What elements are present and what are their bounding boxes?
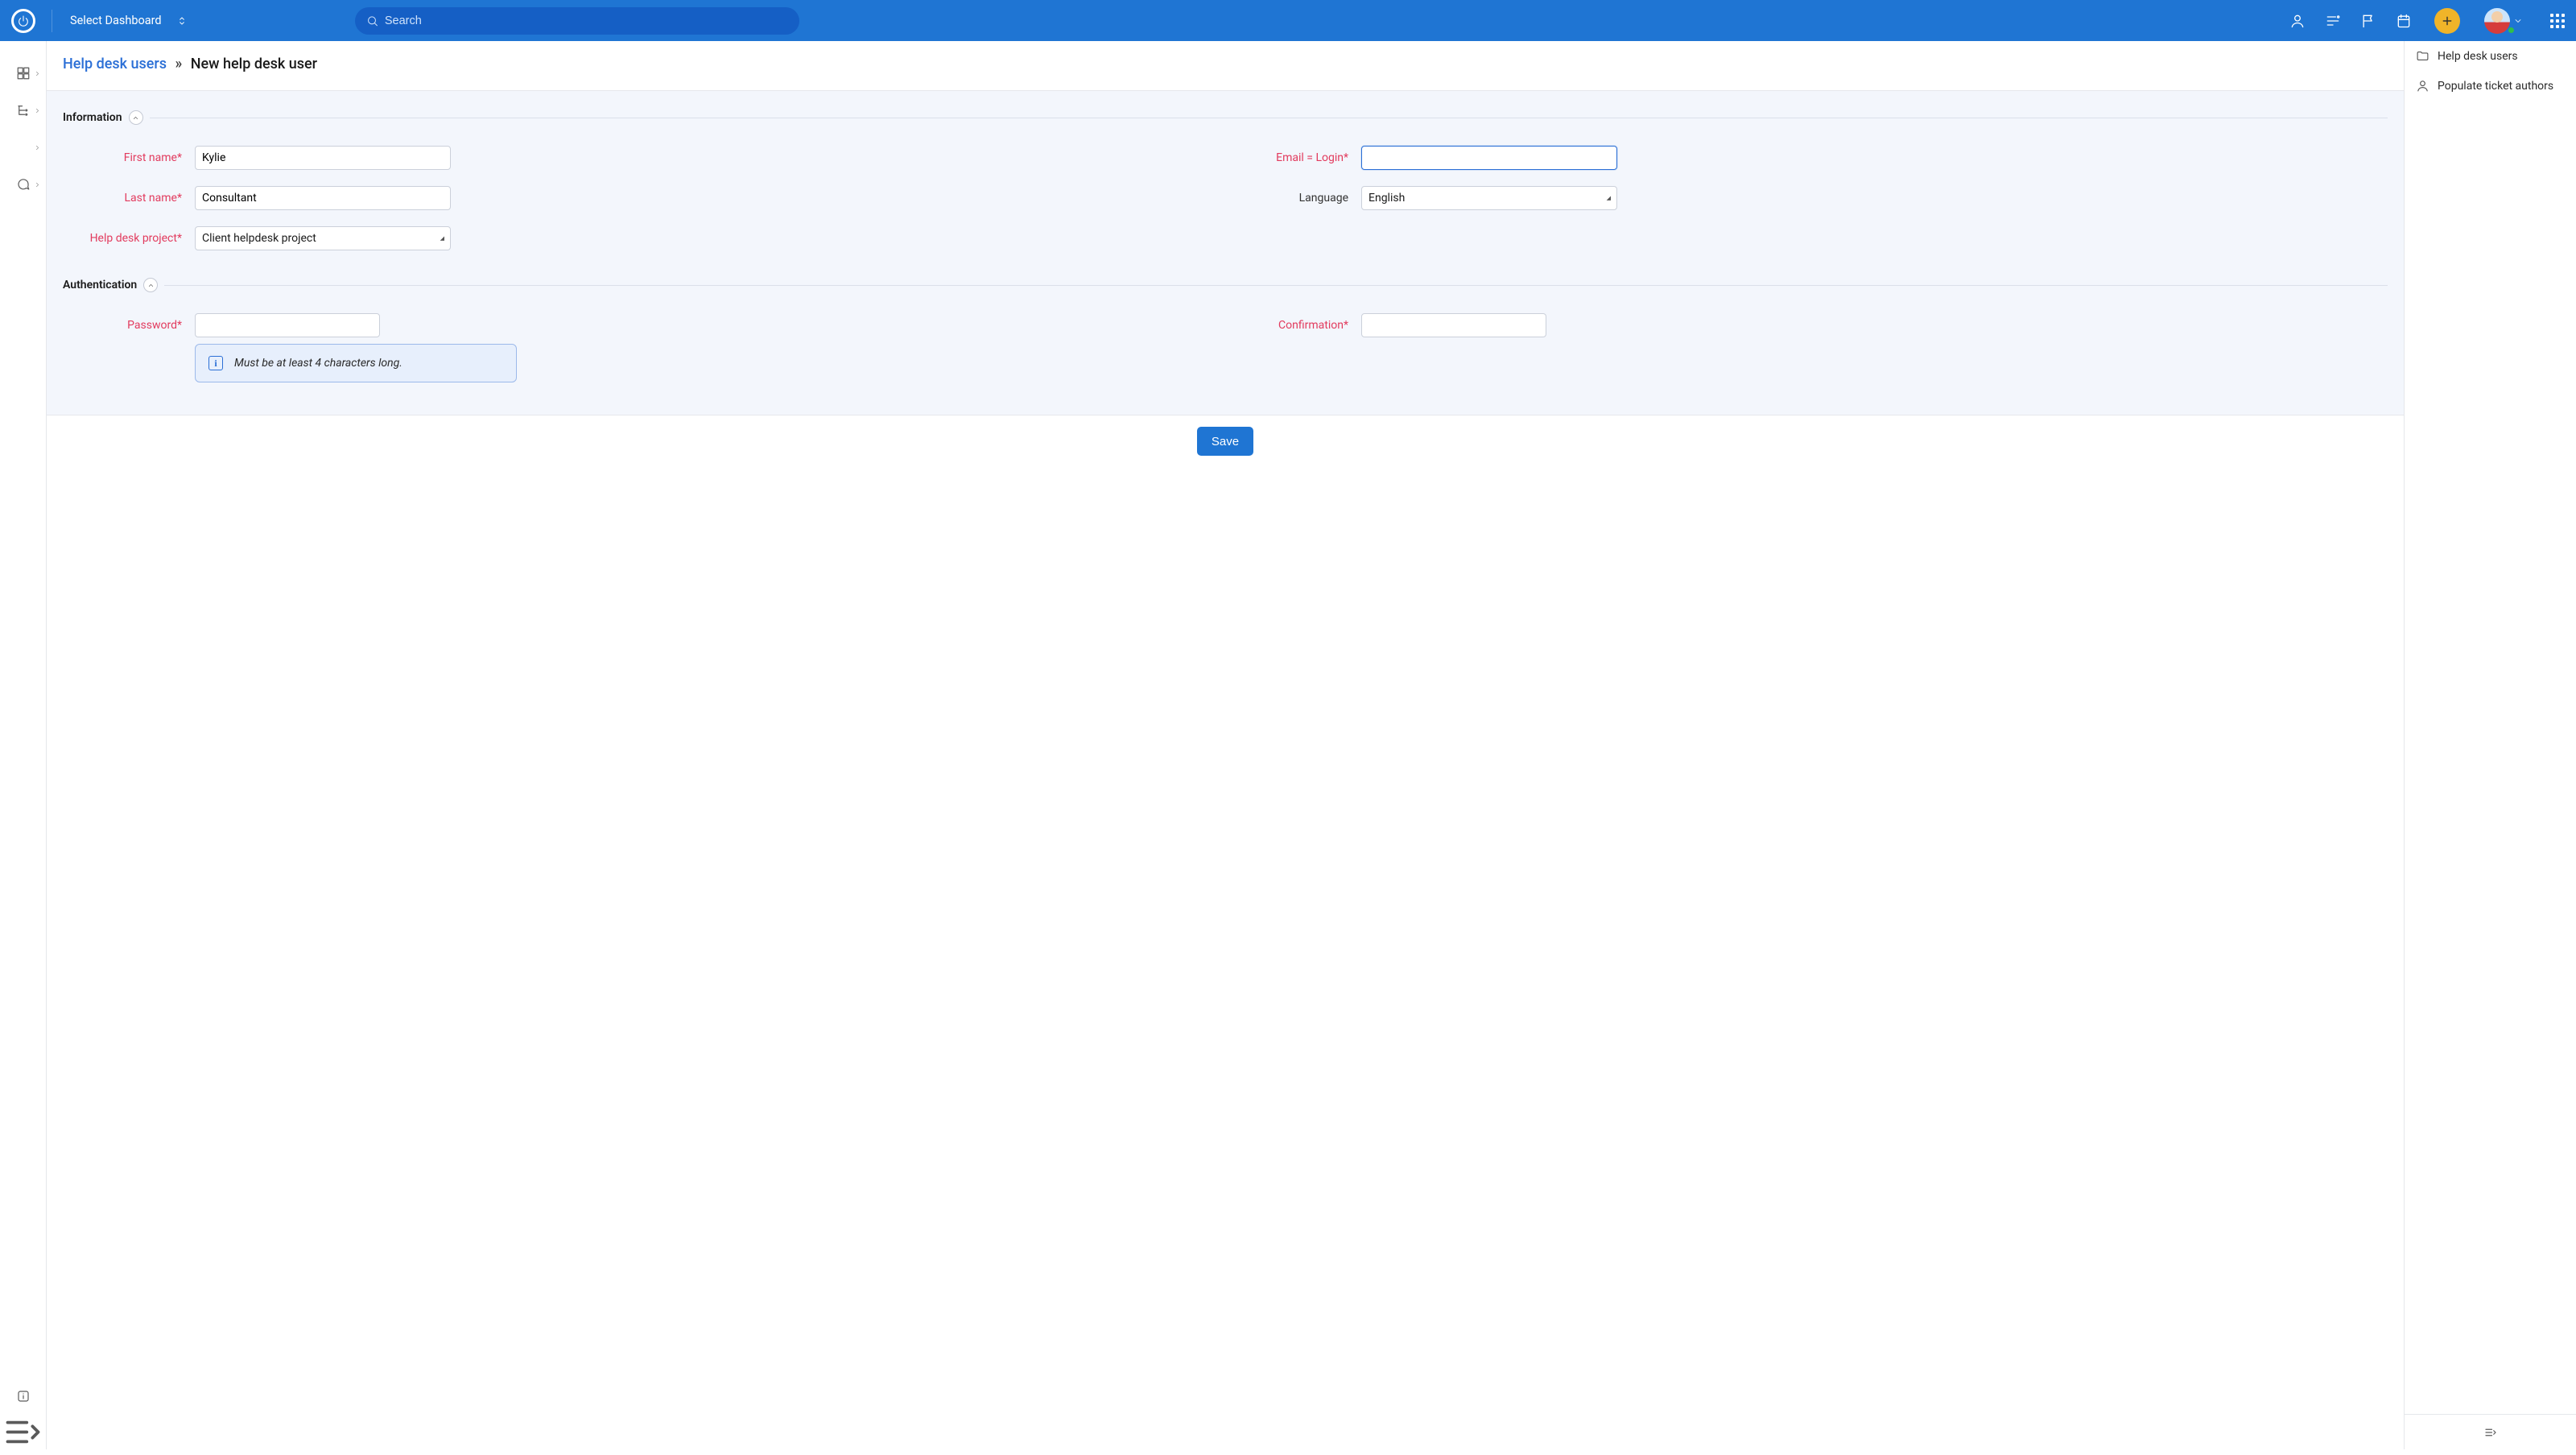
left-sidebar — [0, 41, 47, 1449]
sidebar-expand-button[interactable] — [0, 1414, 46, 1449]
label-confirmation: Confirmation* — [1229, 319, 1361, 332]
select-language[interactable]: English ◢ — [1361, 186, 1617, 210]
password-hint: i Must be at least 4 characters long. — [195, 344, 517, 382]
select-dashboard-label: Select Dashboard — [70, 14, 162, 27]
input-confirmation[interactable] — [1361, 313, 1546, 337]
right-item-helpdesk-users[interactable]: Help desk users — [2405, 41, 2576, 71]
information-grid: First name* Last name* Help desk project… — [63, 146, 2388, 267]
right-item-label: Populate ticket authors — [2438, 80, 2553, 93]
select-helpdesk-project[interactable]: Client helpdesk project ◢ — [195, 226, 451, 250]
label-email-login: Email = Login* — [1229, 151, 1361, 164]
search-icon — [366, 14, 378, 27]
folder-icon — [2416, 49, 2429, 63]
dropdown-arrow-icon: ◢ — [1607, 195, 1610, 201]
info-icon: i — [208, 356, 223, 370]
main-content: Help desk users » New help desk user Inf… — [47, 41, 2404, 1449]
breadcrumb-current: New help desk user — [191, 56, 317, 72]
section-divider — [164, 285, 2388, 286]
save-row: Save — [47, 415, 2404, 467]
select-helpdesk-project-value: Client helpdesk project — [202, 232, 316, 245]
chevron-right-icon — [34, 144, 41, 151]
section-title: Information — [63, 111, 122, 124]
authentication-grid: Password* i Must be at least 4 character… — [63, 313, 2388, 382]
user-menu[interactable] — [2484, 8, 2523, 34]
breadcrumb-parent-link[interactable]: Help desk users — [63, 56, 167, 72]
avatar — [2484, 8, 2510, 34]
search-input[interactable] — [385, 14, 788, 27]
label-last-name: Last name* — [63, 192, 195, 205]
header-actions — [2289, 8, 2565, 34]
body-layout: Help desk users » New help desk user Inf… — [0, 41, 2576, 1449]
label-first-name: First name* — [63, 151, 195, 164]
flag-icon[interactable] — [2360, 13, 2376, 29]
input-last-name[interactable] — [195, 186, 451, 210]
label-password: Password* — [63, 319, 195, 332]
right-sidebar: Help desk users Populate ticket authors — [2404, 41, 2576, 1449]
input-password[interactable] — [195, 313, 380, 337]
dropdown-arrow-icon: ◢ — [440, 235, 444, 242]
label-helpdesk-project: Help desk project* — [63, 232, 195, 245]
add-button[interactable] — [2434, 8, 2460, 34]
label-language: Language — [1229, 192, 1361, 205]
rightbar-collapse-button[interactable] — [2405, 1414, 2576, 1449]
chevron-right-icon — [34, 181, 41, 188]
right-item-populate-authors[interactable]: Populate ticket authors — [2405, 71, 2576, 101]
presence-dot — [2508, 27, 2515, 34]
select-dashboard-dropdown[interactable]: Select Dashboard — [64, 10, 194, 31]
sidebar-item-structure[interactable] — [0, 94, 46, 126]
sidebar-item-dashboard[interactable] — [0, 57, 46, 89]
section-header-authentication: Authentication — [63, 278, 2388, 292]
section-header-information: Information — [63, 110, 2388, 125]
app-logo[interactable] — [11, 9, 35, 33]
form-area: Information First name* Last name* Help … — [47, 91, 2404, 415]
input-first-name[interactable] — [195, 146, 451, 170]
collapse-toggle[interactable] — [143, 278, 158, 292]
select-language-value: English — [1368, 192, 1405, 205]
sidebar-item-blank[interactable] — [0, 131, 46, 163]
search-bar[interactable] — [355, 7, 799, 35]
search-container — [355, 7, 799, 35]
top-header: Select Dashboard — [0, 0, 2576, 41]
breadcrumb-separator: » — [175, 56, 183, 72]
breadcrumb: Help desk users » New help desk user — [47, 41, 2404, 91]
chevron-right-icon — [34, 107, 41, 114]
apps-grid-icon[interactable] — [2550, 14, 2565, 28]
calendar-icon[interactable] — [2396, 13, 2412, 29]
save-button[interactable]: Save — [1197, 427, 1253, 456]
chevron-down-icon — [2513, 16, 2523, 26]
user-icon[interactable] — [2289, 13, 2306, 29]
chevron-right-icon — [34, 70, 41, 77]
right-item-label: Help desk users — [2438, 50, 2518, 63]
sidebar-item-chat[interactable] — [0, 168, 46, 200]
user-icon — [2416, 79, 2429, 93]
password-hint-text: Must be at least 4 characters long. — [234, 357, 402, 370]
collapse-toggle[interactable] — [129, 110, 143, 125]
tasks-icon[interactable] — [2325, 13, 2341, 29]
section-title: Authentication — [63, 279, 137, 291]
input-email-login[interactable] — [1361, 146, 1617, 170]
